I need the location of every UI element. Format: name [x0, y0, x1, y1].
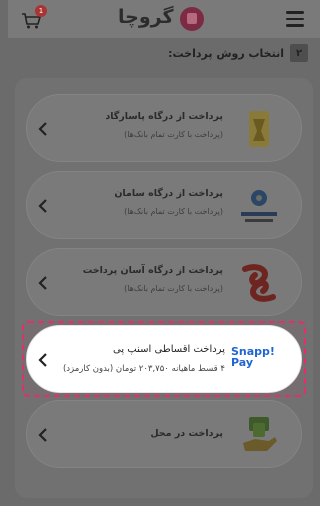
method-subtitle: (پرداخت با کارت تمام بانک‌ها) — [124, 130, 223, 139]
method-subtitle: ۴ قسط ماهیانه ۲۰۳,۷۵۰ تومان (بدون کارمزد… — [62, 364, 225, 374]
saman-logo — [235, 182, 283, 230]
menu-icon-bar — [286, 17, 304, 20]
payment-option-saman[interactable]: پرداخت از درگاه سامان (پرداخت با کارت تم… — [26, 171, 302, 239]
method-subtitle: (پرداخت با کارت تمام بانک‌ها) — [124, 207, 223, 216]
pasargad-logo — [235, 105, 283, 153]
snapp-pay-logo: Snapp! Pay — [231, 346, 277, 374]
payment-option-pasargad[interactable]: پرداخت از درگاه پاسارگاد (پرداخت با کارت… — [26, 94, 302, 162]
chevron-left-icon — [38, 353, 47, 367]
app-header: 1 گروچا — [8, 0, 320, 38]
asan-pardakht-logo — [235, 259, 283, 307]
site-logo[interactable]: گروچا — [118, 6, 204, 32]
method-title: پرداخت از درگاه سامان — [114, 188, 223, 199]
method-title: پرداخت از درگاه آسان پرداخت — [82, 265, 223, 276]
payment-section-title: ۲ انتخاب روش پرداخت: — [168, 44, 308, 62]
cash-on-delivery-logo — [235, 411, 283, 459]
menu-button[interactable] — [286, 11, 304, 27]
payment-option-cash-on-delivery[interactable]: پرداخت در محل — [26, 400, 302, 468]
menu-icon-bar — [286, 11, 304, 14]
logo-badge-icon — [180, 7, 204, 31]
payment-option-asan-pardakht[interactable]: پرداخت از درگاه آسان پرداخت (پرداخت با ک… — [26, 248, 302, 316]
saman-icon — [241, 190, 277, 222]
method-subtitle: (پرداخت با کارت تمام بانک‌ها) — [124, 284, 223, 293]
chevron-left-icon — [38, 199, 47, 213]
pasargad-icon — [249, 111, 269, 147]
cash-hand-icon — [243, 417, 277, 451]
method-title: پرداخت اقساطی اسنپ پی — [112, 344, 225, 355]
logo-text: گروچا — [118, 6, 174, 28]
payment-option-snapp-pay[interactable]: Snapp! Pay پرداخت اقساطی اسنپ پی ۴ قسط م… — [26, 325, 302, 393]
chevron-left-icon — [38, 276, 47, 290]
step-number: ۲ — [290, 44, 308, 62]
method-title: پرداخت در محل — [150, 428, 223, 439]
snapp-logo-line2: Pay — [231, 356, 254, 369]
chevron-left-icon — [38, 122, 47, 136]
cart-count-badge: 1 — [35, 5, 47, 17]
chevron-left-icon — [38, 428, 47, 442]
menu-icon-bar — [286, 24, 304, 27]
method-title: پرداخت از درگاه پاسارگاد — [105, 111, 223, 122]
asan-pardakht-icon — [242, 264, 276, 302]
section-heading: انتخاب روش پرداخت: — [168, 46, 284, 60]
